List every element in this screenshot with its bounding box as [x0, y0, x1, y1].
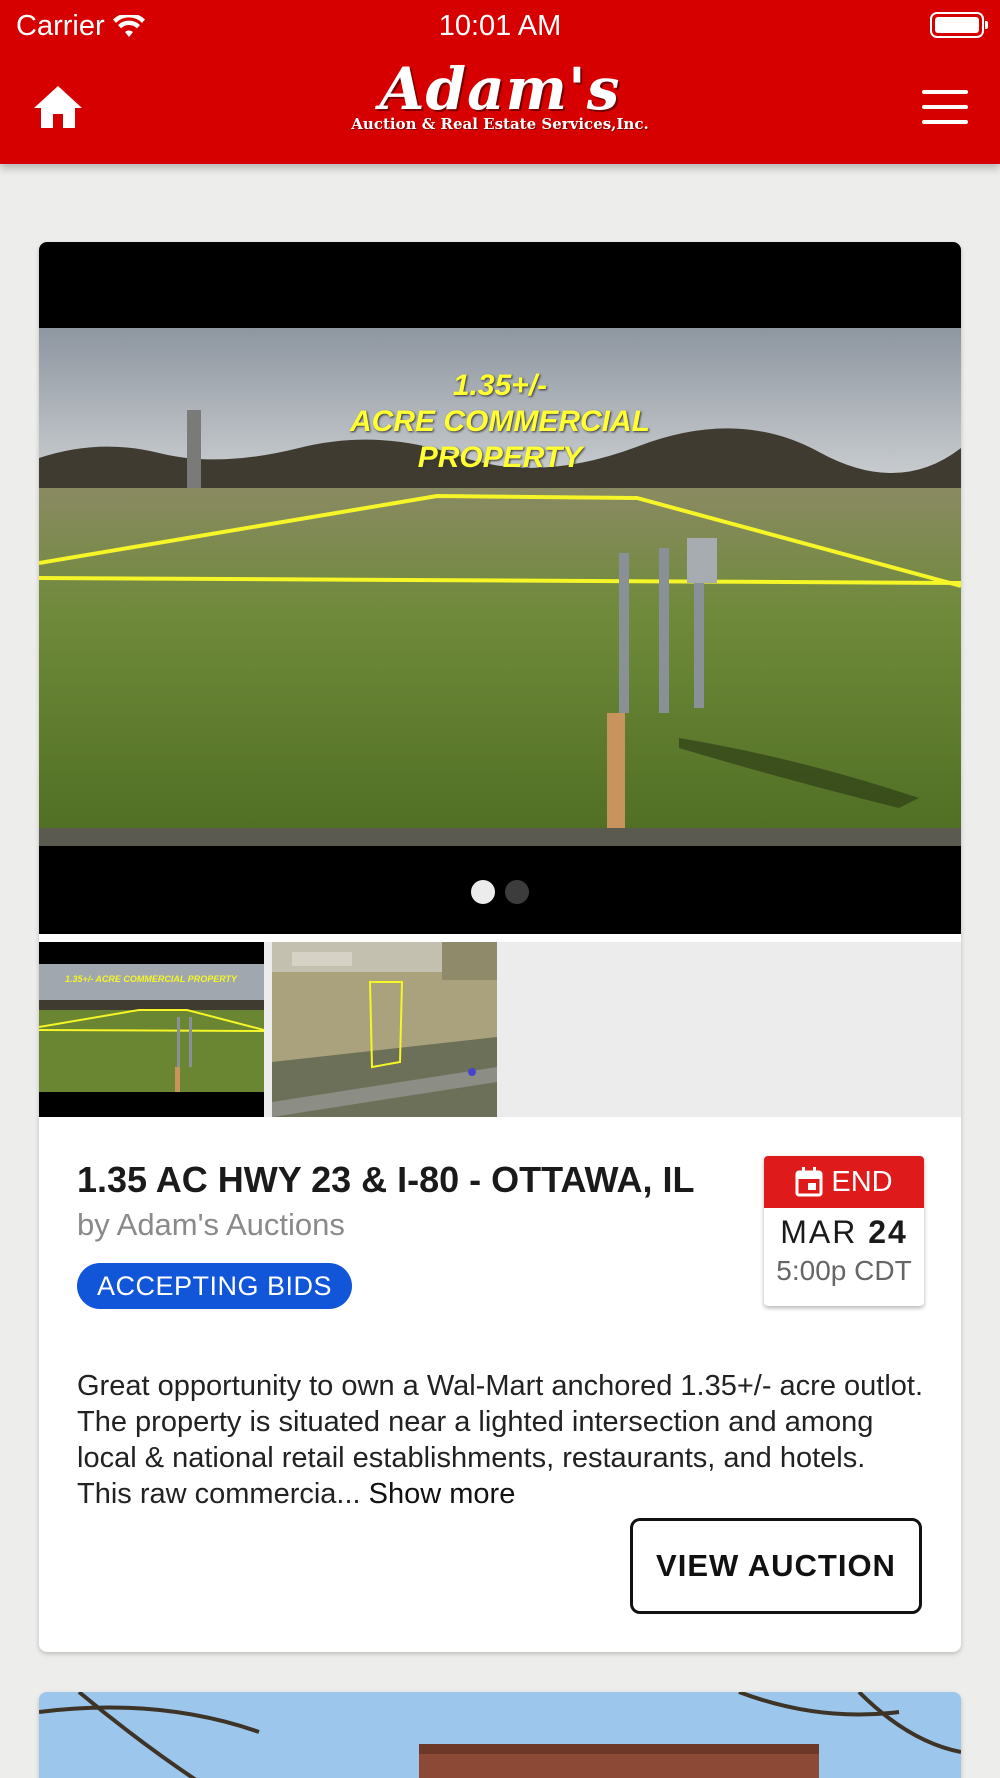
next-auction-photo — [39, 1692, 961, 1778]
listing-description: Great opportunity to own a Wal-Mart anch… — [77, 1368, 927, 1512]
photo-gallery[interactable]: 1.35+/- ACRE COMMERCIAL PROPERTY — [39, 242, 961, 934]
view-auction-button[interactable]: VIEW AUCTION — [630, 1518, 922, 1614]
calendar-icon — [795, 1167, 823, 1197]
thumbnail-1-image: 1.35+/- ACRE COMMERCIAL PROPERTY — [39, 942, 264, 1117]
home-icon — [34, 86, 82, 128]
gallery-pagination[interactable] — [39, 880, 961, 904]
end-date-box: END MAR 24 5:00p CDT — [764, 1156, 924, 1306]
photo-caption: 1.35+/- ACRE COMMERCIAL PROPERTY — [350, 369, 650, 474]
end-month: MAR — [780, 1214, 858, 1250]
end-date-header: END — [764, 1156, 924, 1208]
auction-card: 1.35+/- ACRE COMMERCIAL PROPERTY 1.35+/-… — [39, 242, 961, 1652]
status-time: 10:01 AM — [438, 10, 562, 42]
thumbnail-strip: 1.35+/- ACRE COMMERCIAL PROPERTY — [39, 942, 961, 1117]
end-label: END — [831, 1165, 893, 1198]
show-more-link[interactable]: Show more — [369, 1478, 516, 1510]
status-bar: Carrier 10:01 AM — [0, 0, 1000, 50]
company-logo[interactable]: Adam's Auction & Real Estate Services,In… — [300, 58, 700, 138]
end-date: MAR 24 — [764, 1214, 924, 1251]
thumbnail-1[interactable]: 1.35+/- ACRE COMMERCIAL PROPERTY — [39, 942, 264, 1117]
listing-title[interactable]: 1.35 AC HWY 23 & I-80 - OTTAWA, IL — [77, 1159, 694, 1201]
thumbnail-1-caption: 1.35+/- ACRE COMMERCIAL PROPERTY — [65, 974, 238, 984]
thumbnail-2[interactable] — [272, 942, 497, 1117]
main-photo[interactable]: 1.35+/- ACRE COMMERCIAL PROPERTY — [39, 328, 961, 846]
status-badge: ACCEPTING BIDS — [77, 1263, 353, 1309]
app-header: Carrier 10:01 AM Adam's Auction & Real E… — [0, 0, 1000, 164]
next-auction-card[interactable] — [39, 1692, 961, 1778]
pagination-dot-1[interactable] — [471, 880, 495, 904]
end-day: 24 — [868, 1214, 908, 1250]
pagination-dot-2[interactable] — [505, 880, 529, 904]
logo-tagline: Auction & Real Estate Services,Inc. — [351, 115, 649, 133]
listing-byline: by Adam's Auctions — [77, 1207, 345, 1242]
home-button[interactable] — [32, 84, 84, 130]
hamburger-menu-icon[interactable] — [922, 90, 968, 124]
logo-wordmark: Adam's — [379, 55, 621, 123]
battery-icon — [930, 12, 988, 38]
thumbnail-2-image — [272, 942, 497, 1117]
end-time: 5:00p CDT — [776, 1255, 912, 1286]
